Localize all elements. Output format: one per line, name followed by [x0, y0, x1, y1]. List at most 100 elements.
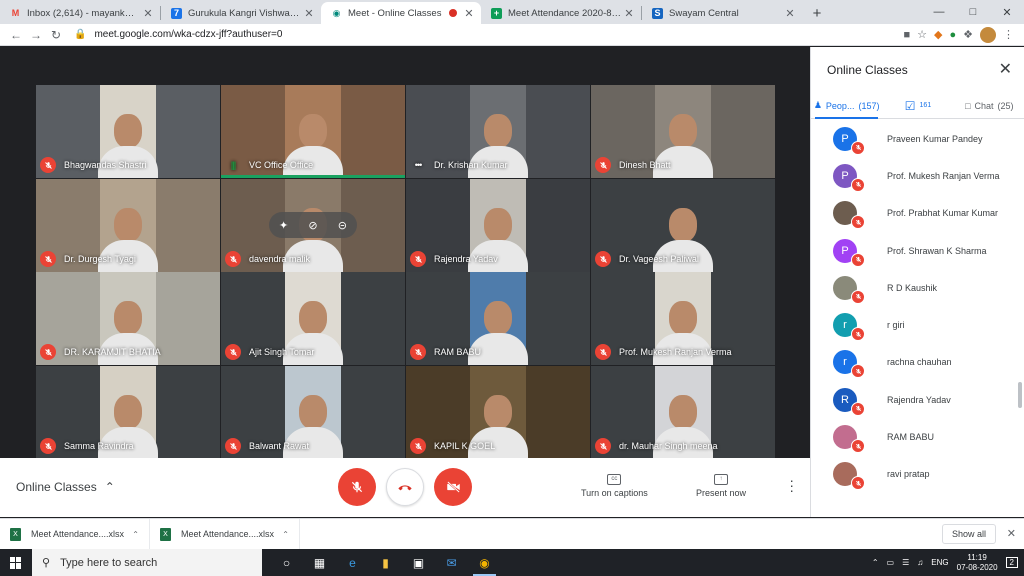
participant-video-tile[interactable]: Rajendra Yadav [406, 179, 590, 272]
show-all-downloads-button[interactable]: Show all [941, 524, 996, 544]
participant-video-tile[interactable]: ••• Dr. Krishan Kumar [406, 85, 590, 178]
present-screen-icon: ↑ [714, 474, 729, 485]
chevron-up-icon[interactable]: ⌃ [132, 530, 139, 539]
participant-video-tile[interactable]: ||| VC Office Office [221, 85, 405, 178]
close-tab-icon[interactable]: ✕ [303, 7, 315, 20]
participant-video-tile[interactable]: davendra malik ✦ ⊘ ⊝ [221, 179, 405, 272]
download-filename: Meet Attendance....xlsx [31, 529, 125, 539]
clock[interactable]: 11:19 07-08-2020 [957, 553, 998, 573]
hang-up-icon [398, 485, 412, 491]
bookmark-star-icon[interactable]: ☆ [917, 28, 927, 41]
microphone-toggle-button[interactable] [338, 468, 376, 506]
participant-row[interactable]: R Rajendra Yadav [811, 381, 1024, 418]
forward-icon[interactable]: → [26, 28, 46, 42]
reload-icon[interactable]: ↻ [46, 28, 66, 42]
participant-row[interactable]: RAM BABU [811, 418, 1024, 455]
close-tab-icon[interactable]: ✕ [463, 7, 475, 20]
participant-nameplate: Bhagwandas Shastri [40, 157, 147, 173]
tray-chevron-icon[interactable]: ⌃ [872, 558, 879, 567]
taskbar-search[interactable]: ⚲ Type here to search [32, 549, 262, 576]
participant-video-tile[interactable]: Dr. Vageesh Paliwal [591, 179, 775, 272]
profile-avatar[interactable] [980, 26, 996, 43]
maximize-icon[interactable]: □ [956, 0, 990, 24]
participant-video-tile[interactable]: Dinesh Bhatt [591, 85, 775, 178]
minimize-icon[interactable]: — [922, 0, 956, 24]
close-shelf-icon[interactable]: ✕ [1007, 527, 1016, 540]
browser-tab[interactable]: M Inbox (2,614) - mayank@gkv.ac.in✕ [0, 2, 160, 24]
participant-video-tile[interactable]: KAPIL K GOEL [406, 366, 590, 459]
participant-video-tile[interactable]: Bhagwandas Shastri [36, 85, 220, 178]
meeting-details-toggle[interactable]: Online Classes ⌃ [16, 480, 115, 494]
participant-nameplate: dr. Mauhar Singh meena [595, 438, 718, 454]
participant-nameplate: Dinesh Bhatt [595, 157, 671, 173]
participant-video-tile[interactable]: Ajit Singh Tomar [221, 272, 405, 365]
remove-participant-icon[interactable]: ⊝ [338, 219, 347, 232]
camera-icon[interactable]: ■ [903, 29, 910, 41]
participant-row[interactable]: P Prof. Mukesh Ranjan Verma [811, 157, 1024, 194]
browser-tab[interactable]: + Meet Attendance 2020-8-7 11:08✕ [481, 2, 641, 24]
participant-video-tile[interactable]: DR. KARAMJIT BHATIA [36, 272, 220, 365]
participant-row[interactable]: P Prof. Shrawan K Sharma [811, 232, 1024, 269]
task-view-icon[interactable]: ▦ [303, 549, 336, 576]
browser-tab[interactable]: 7 Gurukula Kangri Vishwavidyalaya✕ [161, 2, 321, 24]
language-indicator[interactable]: ENG [931, 558, 948, 567]
file-explorer-icon[interactable]: ▮ [369, 549, 402, 576]
participant-avatar [833, 462, 865, 491]
notifications-icon[interactable]: 2 [1005, 557, 1018, 568]
close-panel-icon[interactable]: ✕ [999, 59, 1012, 79]
edge-icon[interactable]: e [336, 549, 369, 576]
back-icon[interactable]: ← [6, 28, 26, 42]
participant-avatar [833, 201, 865, 230]
participant-row[interactable]: ravi pratap [811, 456, 1024, 493]
participant-video-tile[interactable]: dr. Mauhar Singh meena [591, 366, 775, 459]
participant-video-tile[interactable]: Balwant Rawat [221, 366, 405, 459]
tile-hover-controls: ✦ ⊘ ⊝ [269, 212, 357, 238]
start-button[interactable] [0, 549, 32, 576]
camera-toggle-button[interactable] [434, 468, 472, 506]
address-bar[interactable]: 🔒 meet.google.com/wka-cdzx-jff?authuser=… [74, 26, 903, 44]
mail-icon[interactable]: ✉ [435, 549, 468, 576]
pin-icon[interactable]: ✦ [279, 219, 288, 232]
participant-video-tile[interactable]: RAM BABU [406, 272, 590, 365]
close-tab-icon[interactable]: ✕ [142, 7, 154, 20]
cortana-icon[interactable]: ○ [270, 549, 303, 576]
extensions-puzzle-icon[interactable]: ❖ [963, 28, 973, 41]
browser-tab[interactable]: S Swayam Central ✕ [642, 2, 802, 24]
participant-nameplate: DR. KARAMJIT BHATIA [40, 344, 161, 360]
participant-name: Dr. Vageesh Paliwal [619, 254, 699, 264]
participant-video-tile[interactable]: Prof. Mukesh Ranjan Verma [591, 272, 775, 365]
panel-scrollbar[interactable] [1018, 382, 1022, 408]
chrome-icon[interactable]: ◉ [468, 549, 501, 576]
network-icon[interactable]: ☰ [902, 558, 909, 567]
participant-video-tile[interactable]: Samma Ravindra [36, 366, 220, 459]
participant-nameplate: Dr. Durgesh Tyagi [40, 251, 136, 267]
participant-row[interactable]: Prof. Prabhat Kumar Kumar [811, 195, 1024, 232]
volume-icon[interactable]: ♫ [917, 558, 923, 567]
close-tab-icon[interactable]: ✕ [623, 7, 635, 20]
close-window-icon[interactable]: ✕ [990, 0, 1024, 24]
mic-off-icon [595, 157, 611, 173]
participant-video-tile[interactable]: Dr. Durgesh Tyagi [36, 179, 220, 272]
download-item[interactable]: X Meet Attendance....xlsx ⌃ [150, 518, 300, 550]
participant-row[interactable]: R D Kaushik [811, 269, 1024, 306]
participant-row[interactable]: P Praveen Kumar Pandey [811, 120, 1024, 157]
more-options-icon[interactable]: · · · [789, 473, 794, 497]
extension-fox-icon[interactable]: ◆ [934, 28, 942, 41]
download-item[interactable]: X Meet Attendance....xlsx ⌃ [0, 518, 150, 550]
participant-list-name: Rajendra Yadav [887, 394, 951, 405]
browser-menu-icon[interactable]: ⋮ [1003, 28, 1014, 41]
new-tab-icon[interactable]: + [806, 2, 828, 24]
battery-icon[interactable]: ▭ [887, 558, 895, 567]
captions-button[interactable]: cc Turn on captions [581, 474, 648, 498]
participant-row[interactable]: r rachna chauhan [811, 344, 1024, 381]
chevron-up-icon[interactable]: ⌃ [282, 530, 289, 539]
mic-off-icon [851, 476, 865, 491]
present-now-button[interactable]: ↑ Present now [696, 474, 746, 498]
close-tab-icon[interactable]: ✕ [784, 7, 796, 20]
mute-participant-icon[interactable]: ⊘ [308, 219, 317, 232]
leave-call-button[interactable] [386, 468, 424, 506]
store-icon[interactable]: ▣ [402, 549, 435, 576]
participant-row[interactable]: r r giri [811, 306, 1024, 343]
browser-tab[interactable]: ◉ Meet - Online Classes ✕ [321, 2, 481, 24]
extension-green-icon[interactable]: ● [949, 29, 956, 41]
